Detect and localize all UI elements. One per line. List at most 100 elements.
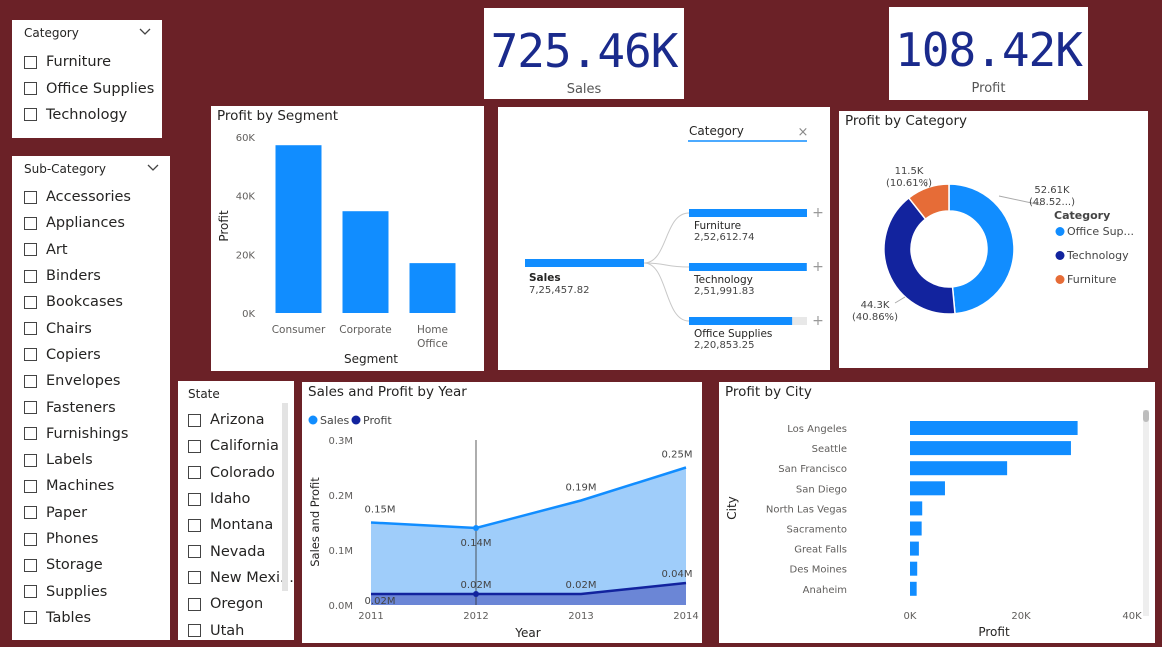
checkbox[interactable] xyxy=(188,492,201,506)
checkbox[interactable] xyxy=(24,585,37,599)
city-scrollbar-thumb[interactable] xyxy=(1143,410,1149,422)
checkbox[interactable] xyxy=(24,348,37,362)
subcategory-option-appliances[interactable]: Appliances xyxy=(12,210,170,236)
tree-bar-furniture[interactable] xyxy=(689,209,807,217)
checkbox[interactable] xyxy=(24,55,37,69)
subcategory-option-binders[interactable]: Binders xyxy=(12,263,170,289)
checkbox[interactable] xyxy=(24,532,37,546)
sales-profit-by-year-visual[interactable]: Sales and Profit by Year Sales Profit 0.0M… xyxy=(302,382,702,643)
expand-plus-icon[interactable]: + xyxy=(812,259,824,275)
subcategory-option-chairs[interactable]: Chairs xyxy=(12,315,170,341)
profit-by-city-visual[interactable]: Profit by City Los Angeles Seattle San Fra… xyxy=(719,382,1155,643)
chevron-down-icon[interactable] xyxy=(138,24,152,38)
checkbox[interactable] xyxy=(24,479,37,493)
legend-entry-technology[interactable]: Technology xyxy=(1066,249,1129,262)
bar-sacramento[interactable] xyxy=(910,521,922,536)
bar-great-falls[interactable] xyxy=(910,541,919,556)
category-option-furniture[interactable]: Furniture xyxy=(12,49,162,75)
tree-root-bar[interactable] xyxy=(525,259,644,267)
bar-des-moines[interactable] xyxy=(910,561,918,576)
subcategory-slicer-title: Sub-Category xyxy=(24,162,106,176)
checkbox[interactable] xyxy=(24,401,37,415)
x-tick-label: Corporate xyxy=(339,324,392,336)
tree-bar-office-supplies[interactable] xyxy=(689,317,793,325)
decomposition-tree-visual[interactable]: Category × Sales 7,25,457.82 Furniture 2,52,6… xyxy=(498,107,830,370)
bar-home-office[interactable] xyxy=(409,263,456,313)
bar-los-angeles[interactable] xyxy=(910,421,1078,435)
checkbox[interactable] xyxy=(24,506,37,520)
subcategory-option-accessories[interactable]: Accessories xyxy=(12,184,170,210)
checkbox[interactable] xyxy=(24,322,37,336)
checkbox[interactable] xyxy=(24,295,37,309)
donut-slice-office-sup[interactable] xyxy=(948,183,1015,315)
state-scrollbar[interactable] xyxy=(282,403,288,591)
bar-seattle[interactable] xyxy=(910,441,1071,456)
subcategory-option-storage[interactable]: Storage xyxy=(12,552,170,578)
bar-corporate[interactable] xyxy=(342,211,389,313)
checkbox[interactable] xyxy=(188,624,201,638)
checkbox[interactable] xyxy=(24,190,37,204)
subcategory-option-art[interactable]: Art xyxy=(12,237,170,263)
city-scrollbar[interactable] xyxy=(1143,410,1149,616)
legend-entry-furniture[interactable]: Furniture xyxy=(1067,273,1117,286)
checkbox[interactable] xyxy=(188,545,201,559)
checkbox[interactable] xyxy=(188,571,201,585)
legend-entry-office-sup[interactable]: Office Sup... xyxy=(1067,225,1134,238)
subcategory-option-phones[interactable]: Phones xyxy=(12,526,170,552)
state-option-arizona[interactable]: Arizona xyxy=(178,407,294,433)
checkbox[interactable] xyxy=(24,427,37,441)
subcategory-option-furnishings[interactable]: Furnishings xyxy=(12,421,170,447)
bar-north-las-vegas[interactable] xyxy=(910,501,923,516)
subcategory-option-copiers[interactable]: Copiers xyxy=(12,342,170,368)
state-option-california[interactable]: California xyxy=(178,433,294,459)
checkbox[interactable] xyxy=(24,216,37,230)
subcategory-option-paper[interactable]: Paper xyxy=(12,500,170,526)
checkbox[interactable] xyxy=(24,243,37,257)
close-icon[interactable]: × xyxy=(798,125,809,140)
tree-bar-technology[interactable] xyxy=(689,263,807,271)
checkbox[interactable] xyxy=(24,558,37,572)
checkbox[interactable] xyxy=(24,453,37,467)
donut-slice-technology[interactable] xyxy=(883,196,956,315)
legend-entry-sales[interactable]: Sales xyxy=(320,414,350,427)
profit-by-segment-visual[interactable]: Profit by Segment 0K 20K 40K 60K Consumer Cor… xyxy=(211,106,484,371)
checkbox[interactable] xyxy=(24,611,37,625)
checkbox[interactable] xyxy=(188,413,201,427)
sales-point[interactable] xyxy=(473,525,479,531)
state-option-nevada[interactable]: Nevada xyxy=(178,538,294,564)
bar-consumer[interactable] xyxy=(275,145,322,313)
bar-san-diego[interactable] xyxy=(910,481,945,496)
checkbox[interactable] xyxy=(24,374,37,388)
checkbox[interactable] xyxy=(24,269,37,283)
kpi-profit-value: 108.42K xyxy=(895,23,1083,77)
state-option-utah[interactable]: Utah xyxy=(178,617,294,643)
bar-anaheim[interactable] xyxy=(910,581,917,596)
checkbox[interactable] xyxy=(188,466,201,480)
checkbox[interactable] xyxy=(188,597,201,611)
checkbox[interactable] xyxy=(188,439,201,453)
checkbox[interactable] xyxy=(24,82,37,96)
subcategory-option-labels[interactable]: Labels xyxy=(12,447,170,473)
expand-plus-icon[interactable]: + xyxy=(812,205,824,221)
bar-san-francisco[interactable] xyxy=(910,461,1008,476)
checkbox[interactable] xyxy=(188,518,201,532)
subcategory-option-bookcases[interactable]: Bookcases xyxy=(12,289,170,315)
state-option-oregon[interactable]: Oregon xyxy=(178,591,294,617)
legend-entry-profit[interactable]: Profit xyxy=(363,414,392,427)
state-option-new-mexi[interactable]: New Mexi... xyxy=(178,565,294,591)
checkbox[interactable] xyxy=(24,108,37,122)
subcategory-option-supplies[interactable]: Supplies xyxy=(12,578,170,604)
category-option-technology[interactable]: Technology xyxy=(12,102,162,128)
subcategory-option-machines[interactable]: Machines xyxy=(12,473,170,499)
state-option-colorado[interactable]: Colorado xyxy=(178,460,294,486)
state-option-montana[interactable]: Montana xyxy=(178,512,294,538)
category-option-office-supplies[interactable]: Office Supplies xyxy=(12,75,162,101)
profit-by-category-visual[interactable]: Profit by Category 52.61K (48.52...) 44.3K… xyxy=(839,111,1148,368)
subcategory-option-fasteners[interactable]: Fasteners xyxy=(12,394,170,420)
chevron-down-icon[interactable] xyxy=(146,160,160,174)
state-option-idaho[interactable]: Idaho xyxy=(178,486,294,512)
subcategory-option-envelopes[interactable]: Envelopes xyxy=(12,368,170,394)
subcategory-option-tables[interactable]: Tables xyxy=(12,605,170,631)
expand-plus-icon[interactable]: + xyxy=(812,313,824,329)
profit-point[interactable] xyxy=(473,591,479,597)
